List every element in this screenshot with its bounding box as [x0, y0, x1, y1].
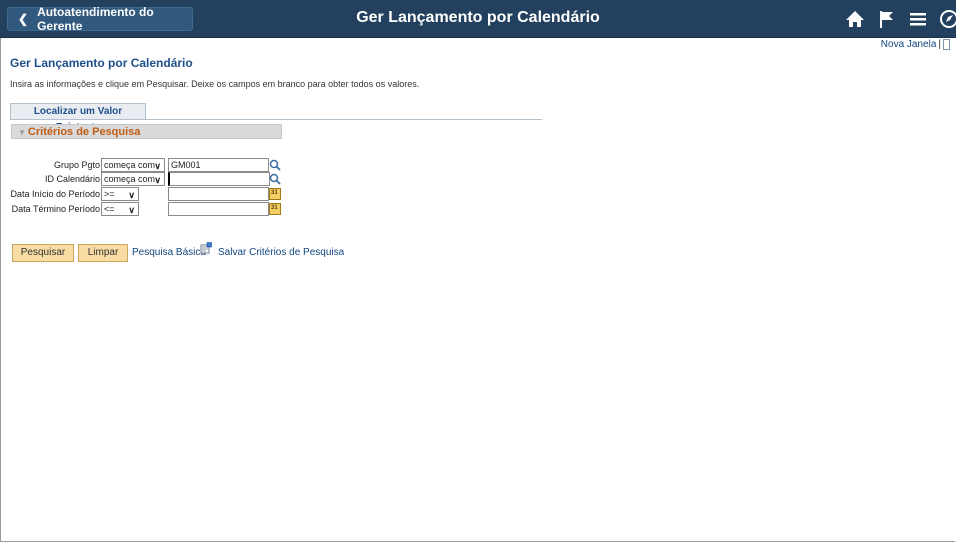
instructions-text: Insira as informações e clique em Pesqui… — [10, 79, 420, 89]
collapse-triangle-icon: ▼ — [18, 128, 26, 137]
id-calendario-operator-value: começa com — [104, 174, 156, 184]
tab-find-existing-value[interactable]: Localizar um Valor Existente — [10, 103, 146, 133]
search-button[interactable]: Pesquisar — [12, 244, 74, 262]
search-criteria-section[interactable]: ▼ Critérios de Pesquisa — [11, 124, 282, 139]
data-inicio-operator-select[interactable]: >= ∨ — [101, 187, 139, 201]
flag-icon[interactable] — [876, 8, 898, 30]
clear-button[interactable]: Limpar — [78, 244, 128, 262]
new-window-link[interactable]: Nova Janela — [881, 39, 937, 50]
home-icon[interactable] — [844, 8, 866, 30]
help-icon[interactable] — [943, 39, 950, 50]
data-termino-input[interactable] — [168, 202, 269, 216]
save-search-icon[interactable] — [200, 242, 212, 254]
lookup-magnifier-icon[interactable] — [269, 159, 281, 171]
navbar-icon[interactable] — [938, 8, 956, 30]
data-termino-operator-value: <= — [104, 204, 115, 214]
chevron-down-icon: ∨ — [154, 175, 161, 185]
grupo-pgto-operator-select[interactable]: começa com ∨ — [101, 158, 165, 172]
page-title: Ger Lançamento por Calendário — [10, 56, 193, 70]
grupo-pgto-label: Grupo Pgto — [53, 160, 100, 170]
data-inicio-label: Data Início do Período — [10, 189, 100, 199]
chevron-down-icon: ∨ — [128, 205, 135, 215]
chevron-down-icon: ∨ — [154, 161, 161, 171]
section-label: Critérios de Pesquisa — [27, 126, 141, 138]
id-calendario-operator-select[interactable]: começa com ∨ — [101, 172, 165, 186]
chevron-down-icon: ∨ — [128, 190, 135, 200]
data-inicio-operator-value: >= — [104, 189, 115, 199]
menu-icon[interactable] — [907, 8, 929, 30]
basic-search-link[interactable]: Pesquisa Básica — [132, 247, 206, 258]
link-separator: | — [938, 39, 941, 51]
calendar-icon[interactable] — [269, 203, 281, 215]
data-termino-operator-select[interactable]: <= ∨ — [101, 202, 139, 216]
page-header-title: Ger Lançamento por Calendário — [356, 9, 600, 26]
id-calendario-input[interactable] — [168, 172, 270, 186]
data-inicio-input[interactable] — [168, 187, 269, 201]
top-navigation-bar: ❮ Autoatendimento do Gerente Ger Lançame… — [0, 0, 956, 38]
top-links: Nova Janela | — [881, 39, 950, 50]
grupo-pgto-operator-value: começa com — [104, 160, 156, 170]
save-criteria-link[interactable]: Salvar Critérios de Pesquisa — [218, 247, 344, 258]
grupo-pgto-input[interactable]: GM001 — [168, 158, 269, 172]
data-termino-label: Data Término Período — [11, 204, 100, 214]
lookup-magnifier-icon[interactable] — [269, 173, 281, 185]
tab-underline — [10, 119, 542, 120]
id-calendario-label: ID Calendário — [44, 174, 100, 184]
calendar-icon[interactable] — [269, 188, 281, 200]
